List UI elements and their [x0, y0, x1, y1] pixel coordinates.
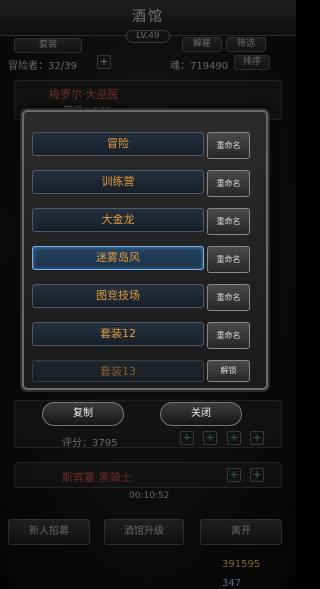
- rename-button[interactable]: 重命名: [207, 322, 250, 349]
- outfit-slot-6[interactable]: 套装12: [32, 322, 204, 346]
- rename-button[interactable]: 重命名: [207, 246, 250, 273]
- copy-button[interactable]: 复制: [42, 402, 124, 426]
- rename-button[interactable]: 重命名: [207, 132, 250, 159]
- outfit-slot-2[interactable]: 训练营: [32, 170, 204, 194]
- outfit-slot-5[interactable]: 图竞技场: [32, 284, 204, 308]
- outfit-slot-3[interactable]: 大金龙: [32, 208, 204, 232]
- outfit-slot-label: 冒险: [107, 137, 129, 150]
- unlock-button[interactable]: 解锁: [207, 360, 250, 382]
- rename-button[interactable]: 重命名: [207, 208, 250, 235]
- outfit-slot-7[interactable]: 套装13: [32, 360, 204, 382]
- outfit-slot-label: 训练营: [101, 175, 135, 188]
- outfit-slot-1[interactable]: 冒险: [32, 132, 204, 156]
- outfit-slot-label: 迷雾岛风: [96, 251, 140, 264]
- outfit-slot-label: 套装13: [100, 365, 136, 378]
- outfit-slot-label: 大金龙: [101, 213, 135, 226]
- close-button[interactable]: 关闭: [160, 402, 242, 426]
- outfit-slot-label: 图竞技场: [96, 289, 140, 302]
- rename-button[interactable]: 重命名: [207, 170, 250, 197]
- outfit-slot-label: 套装12: [100, 327, 136, 340]
- rename-button[interactable]: 重命名: [207, 284, 250, 311]
- outfit-slot-4[interactable]: 迷雾岛风: [32, 246, 204, 270]
